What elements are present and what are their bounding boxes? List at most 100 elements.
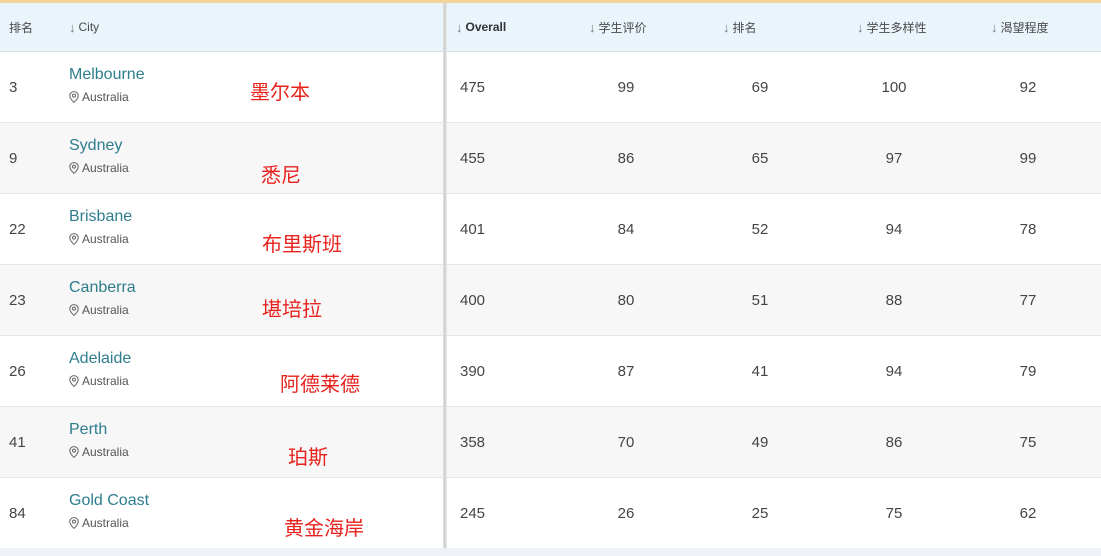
overall-value: 358 [460, 433, 486, 451]
header-student-review-sort[interactable]: ↓ 学生评价 [589, 3, 647, 51]
header-rank: 排名 [9, 3, 33, 51]
chinese-annotation: 黄金海岸 [284, 516, 364, 540]
sticky-column-divider [443, 3, 447, 548]
table-row: 23 Canberra Australia 堪培拉 400 80 51 88 7… [0, 265, 1101, 336]
diversity-value: 94 [885, 362, 903, 380]
student-review-value: 86 [617, 149, 635, 167]
city-link[interactable]: Brisbane [69, 207, 132, 227]
city-link[interactable]: Sydney [69, 136, 129, 156]
header-rank2-label: 排名 [732, 20, 757, 35]
sort-arrow-icon: ↓ [69, 19, 76, 35]
city-link[interactable]: Melbourne [69, 65, 145, 85]
overall-value: 390 [460, 362, 486, 380]
table-row: 22 Brisbane Australia 布里斯班 401 84 52 94 … [0, 194, 1101, 265]
city-cell: Sydney Australia [69, 136, 129, 175]
header-overall-sort[interactable]: ↓ Overall [456, 3, 506, 51]
city-cell: Gold Coast Australia [69, 491, 149, 530]
header-city-sort[interactable]: ↓ City [69, 3, 99, 51]
city-ranking-table: 排名 ↓ City ↓ Overall ↓ 学生评价 ↓ 排名 ↓ 学生多样性 … [0, 3, 1101, 549]
sort-arrow-icon: ↓ [723, 19, 730, 35]
desirability-value: 99 [1019, 149, 1037, 167]
country-label: Australia [82, 232, 129, 246]
location-pin-icon [69, 91, 79, 103]
rank2-value: 51 [751, 291, 769, 309]
diversity-value: 86 [885, 433, 903, 451]
sort-arrow-icon: ↓ [456, 19, 463, 35]
rank-value: 84 [9, 504, 26, 522]
student-review-value: 84 [617, 220, 635, 238]
location-pin-icon [69, 233, 79, 245]
desirability-value: 92 [1019, 78, 1037, 96]
desirability-value: 77 [1019, 291, 1037, 309]
table-row: 84 Gold Coast Australia 黄金海岸 245 26 25 7… [0, 478, 1101, 549]
header-diversity-sort[interactable]: ↓ 学生多样性 [857, 3, 927, 51]
student-review-value: 87 [617, 362, 635, 380]
rank2-value: 65 [751, 149, 769, 167]
rank-value: 22 [9, 220, 26, 238]
country-line: Australia [69, 161, 129, 175]
table-row: 26 Adelaide Australia 阿德莱德 390 87 41 94 … [0, 336, 1101, 407]
country-line: Australia [69, 445, 129, 459]
desirability-value: 62 [1019, 504, 1037, 522]
rank-value: 26 [9, 362, 26, 380]
country-label: Australia [82, 374, 129, 388]
country-label: Australia [82, 303, 129, 317]
header-rank2-sort[interactable]: ↓ 排名 [723, 3, 757, 51]
rank-value: 41 [9, 433, 26, 451]
rank2-value: 41 [751, 362, 769, 380]
sort-arrow-icon: ↓ [857, 19, 864, 35]
overall-value: 475 [460, 78, 486, 96]
header-overall-label: Overall [465, 20, 507, 34]
header-diversity-label: 学生多样性 [866, 20, 927, 35]
chinese-annotation: 珀斯 [288, 445, 328, 469]
rank-value: 23 [9, 291, 26, 309]
desirability-value: 75 [1019, 433, 1037, 451]
country-line: Australia [69, 90, 145, 104]
diversity-value: 100 [881, 78, 907, 96]
header-desirability-label: 渴望程度 [1000, 20, 1049, 35]
rank2-value: 69 [751, 78, 769, 96]
country-label: Australia [82, 516, 129, 530]
country-line: Australia [69, 374, 131, 388]
student-review-value: 80 [617, 291, 635, 309]
city-cell: Adelaide Australia [69, 349, 131, 388]
city-cell: Melbourne Australia [69, 65, 145, 104]
chinese-annotation: 布里斯班 [262, 232, 342, 256]
rank2-value: 52 [751, 220, 769, 238]
overall-value: 400 [460, 291, 486, 309]
country-line: Australia [69, 303, 136, 317]
city-cell: Perth Australia [69, 420, 129, 459]
location-pin-icon [69, 304, 79, 316]
country-line: Australia [69, 232, 132, 246]
overall-value: 245 [460, 504, 486, 522]
city-link[interactable]: Adelaide [69, 349, 131, 369]
chinese-annotation: 阿德莱德 [280, 372, 360, 396]
table-header: 排名 ↓ City ↓ Overall ↓ 学生评价 ↓ 排名 ↓ 学生多样性 … [0, 3, 1101, 52]
location-pin-icon [69, 446, 79, 458]
chinese-annotation: 墨尔本 [250, 80, 310, 104]
overall-value: 401 [460, 220, 486, 238]
diversity-value: 97 [885, 149, 903, 167]
rank-value: 3 [9, 78, 18, 96]
desirability-value: 78 [1019, 220, 1037, 238]
rank-value: 9 [9, 149, 18, 167]
location-pin-icon [69, 517, 79, 529]
city-link[interactable]: Perth [69, 420, 129, 440]
table-row: 3 Melbourne Australia 墨尔本 475 99 69 100 … [0, 52, 1101, 123]
chinese-annotation: 悉尼 [261, 163, 301, 187]
city-cell: Brisbane Australia [69, 207, 132, 246]
city-link[interactable]: Gold Coast [69, 491, 149, 511]
diversity-value: 88 [885, 291, 903, 309]
header-rank-label: 排名 [9, 20, 34, 35]
country-label: Australia [82, 90, 129, 104]
sort-arrow-icon: ↓ [991, 19, 998, 35]
header-student-review-label: 学生评价 [598, 20, 647, 35]
student-review-value: 99 [617, 78, 635, 96]
city-link[interactable]: Canberra [69, 278, 136, 298]
header-desirability-sort[interactable]: ↓ 渴望程度 [991, 3, 1049, 51]
overall-value: 455 [460, 149, 486, 167]
rank2-value: 49 [751, 433, 769, 451]
country-line: Australia [69, 516, 149, 530]
student-review-value: 70 [617, 433, 635, 451]
table-footer-strip [0, 548, 1101, 556]
